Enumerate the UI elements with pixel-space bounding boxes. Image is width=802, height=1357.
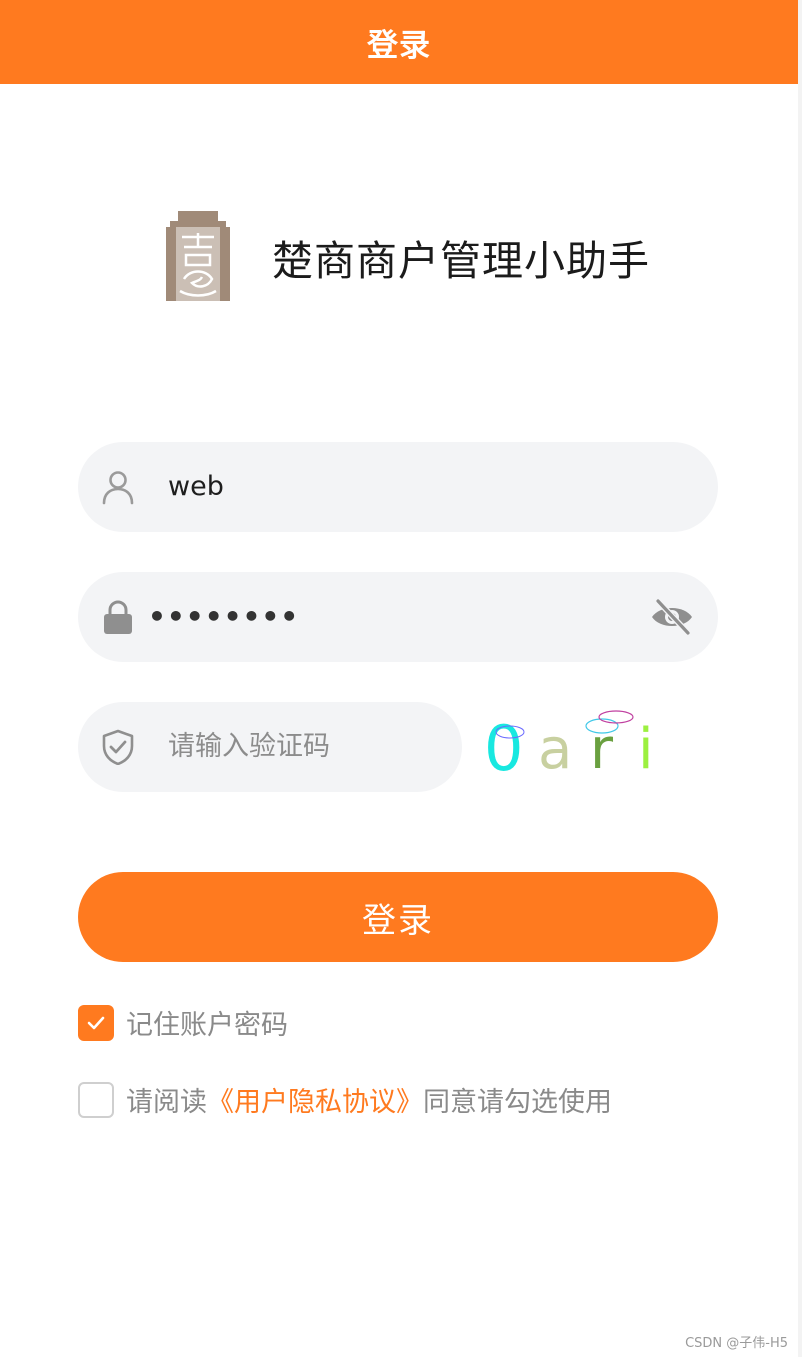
captcha-image[interactable]: 0 a r i bbox=[480, 700, 680, 790]
captcha-field[interactable]: 请输入验证码 bbox=[78, 702, 462, 792]
brand-block: 楚商商户管理小助手 bbox=[166, 210, 650, 304]
svg-text:i: i bbox=[638, 717, 654, 782]
right-edge-border bbox=[798, 0, 802, 1357]
svg-text:a: a bbox=[538, 717, 572, 782]
login-button[interactable]: 登录 bbox=[78, 872, 718, 962]
remember-label: 记住账户密码 bbox=[126, 1010, 288, 1041]
remember-checkbox[interactable] bbox=[78, 1004, 114, 1041]
username-field[interactable]: web bbox=[78, 442, 718, 532]
app-title: 楚商商户管理小助手 bbox=[272, 237, 650, 285]
eye-off-icon[interactable] bbox=[650, 597, 694, 637]
agreement-row[interactable]: 请阅读《用户隐私协议》同意请勾选使用 bbox=[78, 1080, 612, 1119]
watermark: CSDN @子伟-H5 bbox=[685, 1336, 788, 1351]
agreement-prefix: 请阅读 bbox=[126, 1087, 207, 1118]
chushang-seal-logo-icon bbox=[166, 211, 230, 301]
lock-icon bbox=[104, 600, 132, 634]
remember-row[interactable]: 记住账户密码 bbox=[78, 1003, 288, 1042]
svg-text:0: 0 bbox=[484, 712, 523, 785]
user-icon bbox=[102, 471, 134, 505]
checkmark-icon bbox=[87, 1016, 105, 1029]
privacy-policy-link[interactable]: 《用户隐私协议》 bbox=[207, 1087, 423, 1118]
page-title: 登录 bbox=[367, 27, 431, 64]
password-field[interactable]: •••••••• bbox=[78, 572, 718, 662]
agreement-suffix: 同意请勾选使用 bbox=[423, 1087, 612, 1118]
username-value: web bbox=[168, 471, 224, 502]
captcha-placeholder: 请输入验证码 bbox=[168, 731, 330, 762]
svg-text:r: r bbox=[590, 717, 614, 782]
password-value: •••••••• bbox=[148, 600, 300, 633]
agreement-text: 请阅读《用户隐私协议》同意请勾选使用 bbox=[126, 1080, 612, 1119]
top-bar: 登录 bbox=[0, 0, 798, 84]
agreement-checkbox[interactable] bbox=[78, 1081, 114, 1118]
shield-check-icon bbox=[102, 729, 134, 765]
